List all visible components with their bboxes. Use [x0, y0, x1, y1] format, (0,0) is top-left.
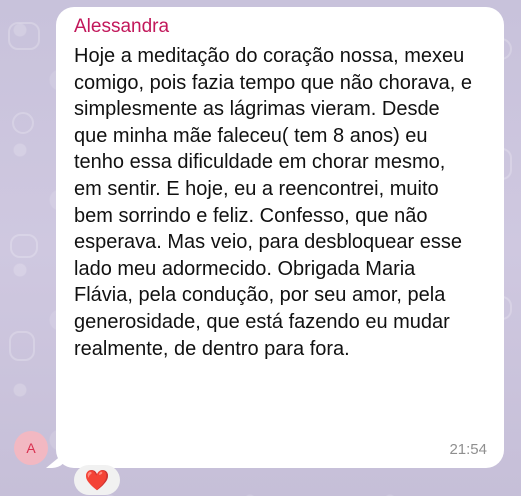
message-text: Hoje a meditação do coração nossa, mexeu… [74, 45, 473, 360]
reaction-chip[interactable]: ❤️ [74, 465, 120, 495]
message-bubble[interactable]: Alessandra Hoje a meditação do coração n… [56, 7, 504, 468]
message-timestamp: 21:54 [449, 441, 487, 458]
background-doodle [8, 22, 40, 50]
background-doodle [10, 234, 38, 258]
avatar-initial: A [26, 440, 36, 456]
background-doodle [12, 112, 34, 134]
background-doodle [9, 331, 35, 361]
sender-name[interactable]: Alessandra [74, 15, 486, 39]
heart-icon: ❤️ [84, 469, 110, 492]
sender-avatar[interactable]: A [14, 431, 48, 465]
